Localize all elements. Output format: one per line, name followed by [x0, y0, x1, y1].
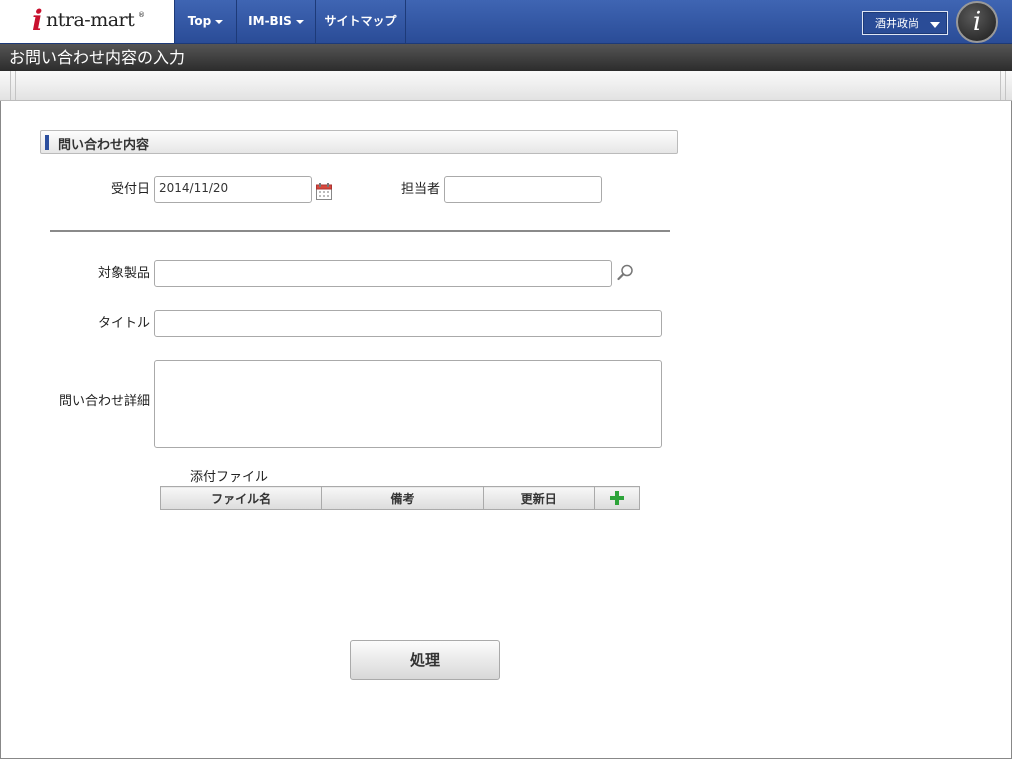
user-menu-button[interactable]: 酒井政尚 [862, 11, 948, 35]
chevron-down-icon [930, 22, 940, 28]
toolbar-handle-left [10, 71, 16, 100]
chevron-down-icon [295, 19, 304, 24]
nav-sitemap-label: サイトマップ [324, 14, 397, 28]
section-accent [45, 135, 49, 150]
title-input[interactable] [154, 310, 662, 337]
user-name: 酒井政尚 [875, 17, 919, 30]
toolbar-handle-right [1000, 71, 1006, 100]
assignee-input[interactable] [444, 176, 602, 203]
chevron-down-icon [215, 19, 224, 24]
nav-im-bis[interactable]: IM-BIS [237, 0, 316, 43]
divider [50, 230, 670, 232]
attachments-label: 添付ファイル [190, 470, 269, 485]
search-icon[interactable] [617, 264, 634, 281]
section-header: 問い合わせ内容 [40, 130, 678, 154]
nav-top[interactable]: Top [175, 0, 237, 43]
detail-textarea[interactable] [154, 360, 662, 448]
global-navigation: i ntra-mart ® Top IM-BIS サイトマップ 酒井政尚 i [0, 0, 1012, 44]
assignee-label: 担当者 [400, 182, 440, 197]
product-label: 対象製品 [97, 266, 150, 281]
intra-mart-logo[interactable]: i ntra-mart ® [0, 0, 175, 43]
detail-label: 問い合わせ詳細 [58, 394, 150, 409]
column-header-note: 備考 [321, 486, 484, 510]
column-header-filename: ファイル名 [159, 486, 323, 510]
table-header-row: ファイル名 備考 更新日 [159, 486, 641, 510]
receipt-date-label: 受付日 [110, 182, 150, 197]
product-input[interactable] [154, 260, 612, 287]
receipt-date-input[interactable]: 2014/11/20 [154, 176, 312, 203]
toolbar [0, 71, 1012, 101]
column-header-updated: 更新日 [482, 486, 595, 510]
submit-button[interactable]: 処理 [350, 640, 500, 680]
attachments-table: ファイル名 備考 更新日 [159, 486, 641, 510]
calendar-icon[interactable] [316, 183, 332, 200]
nav-im-bis-label: IM-BIS [248, 14, 292, 28]
section-title: 問い合わせ内容 [58, 138, 150, 153]
title-label: タイトル [97, 316, 150, 331]
nav-top-label: Top [187, 14, 212, 28]
avatar[interactable]: i [956, 1, 998, 43]
add-icon [609, 491, 624, 506]
nav-sitemap[interactable]: サイトマップ [316, 0, 406, 43]
page-title: お問い合わせ内容の入力 [0, 44, 1012, 71]
add-attachment-button[interactable] [593, 486, 641, 510]
